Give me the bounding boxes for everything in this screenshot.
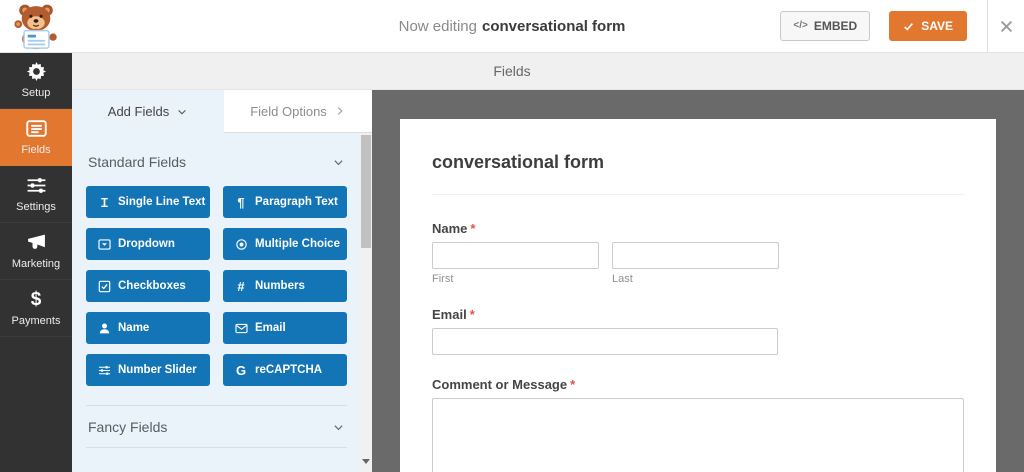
add-field-button-number-slider[interactable]: Number Slider: [86, 354, 210, 386]
form-name: conversational form: [482, 17, 626, 35]
g-icon: G: [235, 362, 247, 378]
envelope-icon: [234, 322, 248, 335]
sidebar-item-marketing[interactable]: Marketing: [0, 223, 72, 280]
add-field-button-single-line-text[interactable]: Single Line Text: [86, 186, 210, 218]
form-field-comment[interactable]: Comment or Message *: [432, 377, 964, 472]
standard-fields-grid: Single Line Text ¶ Paragraph Text Dropdo…: [86, 186, 347, 386]
check-icon: [903, 21, 914, 32]
top-bar: Now editing conversational form </> EMBE…: [0, 0, 1024, 53]
pilcrow-icon: ¶: [237, 194, 245, 210]
close-button[interactable]: [988, 0, 1024, 52]
scrollbar-down-arrow[interactable]: [362, 459, 370, 468]
name-last-sublabel: Last: [612, 273, 633, 285]
section-standard-fields[interactable]: Standard Fields: [86, 133, 347, 170]
tab-field-options[interactable]: Field Options: [224, 90, 372, 133]
sidebar-item-payments[interactable]: $ Payments: [0, 280, 72, 337]
text-cursor-icon: [97, 196, 111, 209]
sidebar-item-fields[interactable]: Fields: [0, 109, 72, 166]
add-field-button-multiple-choice[interactable]: Multiple Choice: [223, 228, 347, 260]
hash-icon: #: [237, 278, 245, 294]
dropdown-icon: [97, 238, 111, 251]
gear-icon: [26, 61, 47, 82]
sidebar-item-setup[interactable]: Setup: [0, 52, 72, 109]
add-field-button-checkboxes[interactable]: Checkboxes: [86, 270, 210, 302]
checkbox-icon: [97, 280, 111, 293]
name-first-sublabel: First: [432, 273, 454, 285]
sliders-icon: [26, 175, 47, 196]
form-preview-title: conversational form: [432, 152, 605, 172]
add-field-button-numbers[interactable]: # Numbers: [223, 270, 347, 302]
wpforms-bear-icon: [13, 2, 59, 50]
user-icon: [97, 322, 111, 335]
radio-icon: [234, 238, 248, 251]
form-title-divider: [432, 194, 964, 195]
dollar-icon: $: [30, 289, 42, 310]
required-marker: *: [469, 307, 475, 322]
section-fancy-fields[interactable]: Fancy Fields: [86, 406, 347, 447]
sidebar-item-settings[interactable]: Settings: [0, 166, 72, 223]
panel-header-title: Fields: [493, 62, 531, 79]
form-preview-area: conversational form Name * First Last Em…: [372, 90, 1024, 472]
form-field-name[interactable]: Name * First Last: [432, 221, 964, 285]
add-field-button-dropdown[interactable]: Dropdown: [86, 228, 210, 260]
code-icon: </>: [793, 20, 808, 31]
panel-header-bar: Fields: [72, 52, 1024, 90]
form-preview-card: conversational form Name * First Last Em…: [400, 119, 996, 472]
add-field-button-recaptcha[interactable]: G reCAPTCHA: [223, 354, 347, 386]
add-field-button-paragraph-text[interactable]: ¶ Paragraph Text: [223, 186, 347, 218]
name-first-input[interactable]: [432, 242, 599, 269]
panel-content: Standard Fields Single Line Text ¶ Parag…: [72, 133, 372, 472]
form-preview-fields: Name * First Last Email * Comment or Mes…: [432, 221, 964, 472]
builder-sidebar: Setup Fields Settings Marketing $ Paymen…: [0, 52, 72, 472]
section-divider: [86, 447, 347, 448]
chevron-right-icon: [334, 105, 346, 117]
slider-icon: [97, 364, 111, 377]
chevron-down-icon: [176, 106, 188, 118]
embed-button[interactable]: </> EMBED: [780, 11, 871, 41]
required-marker: *: [570, 377, 576, 392]
email-input[interactable]: [432, 328, 778, 355]
name-last-input[interactable]: [612, 242, 779, 269]
top-bar-actions: </> EMBED SAVE: [780, 0, 1024, 52]
tab-add-fields[interactable]: Add Fields: [72, 90, 224, 133]
panel-scrollbar[interactable]: [360, 133, 372, 472]
comment-textarea[interactable]: [432, 398, 964, 472]
fields-panel: Add Fields Field Options Standard Fields…: [72, 90, 372, 472]
required-marker: *: [470, 221, 476, 236]
add-field-button-email[interactable]: Email: [223, 312, 347, 344]
chevron-down-icon: [332, 156, 345, 169]
chevron-down-icon: [332, 421, 345, 434]
panel-tabs: Add Fields Field Options: [72, 90, 372, 133]
close-icon: [999, 19, 1014, 34]
list-icon: [25, 118, 47, 139]
form-field-email[interactable]: Email *: [432, 307, 964, 355]
now-editing-title: Now editing conversational form: [399, 0, 626, 52]
add-field-button-name[interactable]: Name: [86, 312, 210, 344]
scrollbar-thumb[interactable]: [361, 135, 371, 248]
now-editing-prefix: Now editing: [398, 17, 478, 35]
save-button[interactable]: SAVE: [889, 11, 967, 41]
megaphone-icon: [26, 232, 47, 253]
wpforms-builder: Now editing conversational form </> EMBE…: [0, 0, 1024, 472]
